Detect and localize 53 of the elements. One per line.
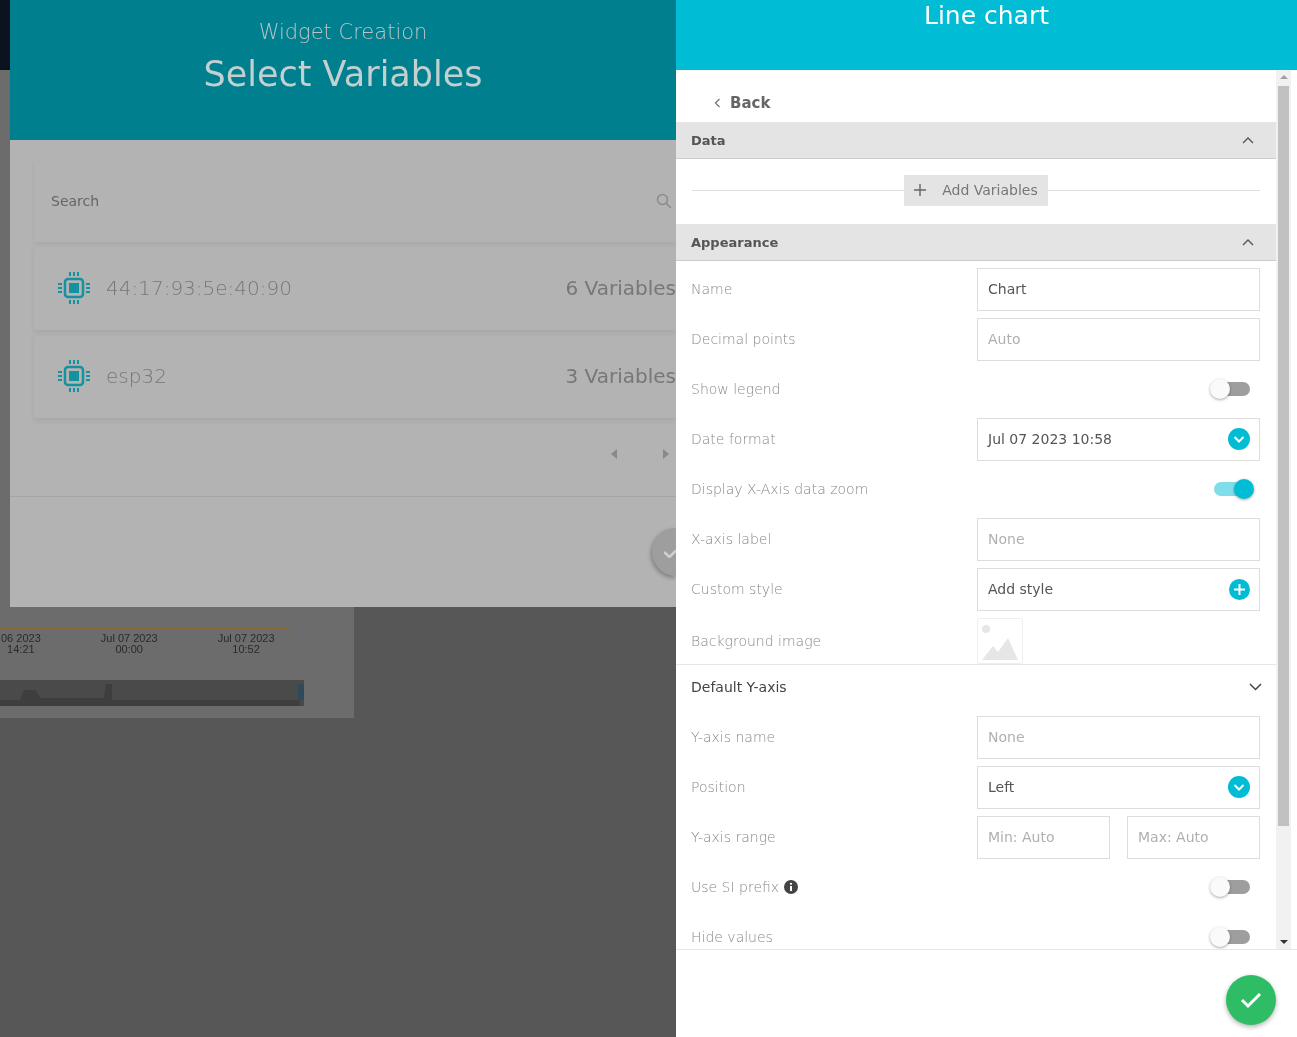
axis-label: 06 2023 14:21 <box>1 633 41 655</box>
chip-icon <box>56 270 92 306</box>
field-label: X-axis label <box>691 531 772 547</box>
field-label: Use SI prefix <box>691 879 780 895</box>
check-icon <box>1240 991 1262 1009</box>
search-field[interactable]: Search <box>49 192 656 210</box>
plus-icon <box>1229 578 1250 600</box>
modal-subtitle: Widget Creation <box>258 20 428 44</box>
field-label: Date format <box>691 431 776 447</box>
field-label: Custom style <box>691 581 783 597</box>
device-name: esp32 <box>106 364 168 388</box>
field-label: Show legend <box>691 381 781 397</box>
device-name: 44:17:93:5e:40:90 <box>106 276 293 300</box>
section-header[interactable]: Appearance <box>691 234 779 250</box>
section-header[interactable]: Default Y-axis <box>691 679 787 695</box>
scroll-up-icon[interactable] <box>1279 74 1288 80</box>
variable-count: 6 Variables <box>565 276 676 300</box>
plus-icon <box>914 184 927 196</box>
axis-label: Jul 07 2023 10:52 <box>217 633 275 655</box>
field-label: Display X-Axis data zoom <box>691 481 869 497</box>
chevron-up-icon[interactable] <box>1242 238 1254 246</box>
dropdown[interactable]: Left <box>977 765 1260 809</box>
add-variables-button[interactable]: Add Variables <box>904 174 1048 206</box>
chevron-down-icon <box>1228 428 1250 450</box>
info-icon[interactable] <box>784 880 799 894</box>
chevron-down-icon[interactable] <box>1249 683 1262 691</box>
field-label: Position <box>691 779 746 795</box>
text-field[interactable]: Chart <box>977 267 1260 311</box>
field-label: Background image <box>691 632 822 649</box>
next-page-icon[interactable] <box>662 448 670 460</box>
scrollbar[interactable] <box>1276 70 1291 949</box>
add-style-field[interactable]: Add style <box>977 567 1260 611</box>
variable-count: 3 Variables <box>565 364 676 388</box>
save-button[interactable] <box>1226 975 1276 1025</box>
modal-title: Select Variables <box>203 54 483 94</box>
chevron-left-icon <box>714 98 721 108</box>
dropdown[interactable]: Jul 07 2023 10:58 <box>977 417 1260 461</box>
field-label: Hide values <box>691 929 773 945</box>
search-icon <box>656 193 672 209</box>
field-label: Y-axis name <box>691 729 776 745</box>
scroll-down-icon[interactable] <box>1279 939 1288 945</box>
field-label: Decimal points <box>691 331 796 347</box>
chevron-down-icon <box>1228 776 1250 798</box>
chevron-up-icon[interactable] <box>1242 136 1254 144</box>
chip-icon <box>56 358 92 394</box>
section-header[interactable]: Data <box>691 132 726 148</box>
axis-label: Jul 07 2023 00:00 <box>100 633 158 655</box>
confirm-button[interactable] <box>652 528 676 576</box>
previous-page-icon[interactable] <box>610 448 618 460</box>
field-label: Y-axis range <box>691 829 776 845</box>
back-link[interactable]: Back <box>714 94 771 122</box>
panel-title: Line chart <box>923 0 1049 32</box>
field-label: Name <box>691 281 733 297</box>
